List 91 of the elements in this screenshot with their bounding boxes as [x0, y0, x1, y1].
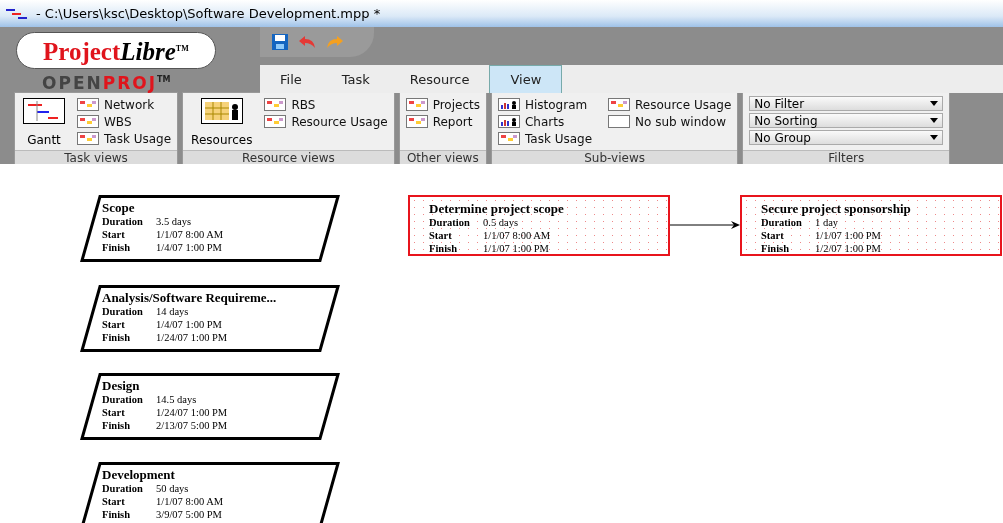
ribbon-tab[interactable]: Task: [321, 65, 390, 93]
view-button[interactable]: Report: [405, 113, 480, 130]
field-label: Finish: [102, 241, 131, 254]
field-label: Duration: [102, 305, 144, 318]
view-icon: [77, 132, 99, 145]
field-value: 1/1/07 8:00 AM: [483, 229, 551, 242]
field-value: 3.5 days: [156, 215, 191, 228]
resource-sheet-icon: [200, 98, 243, 124]
field-value: 1/2/07 1:00 PM: [815, 242, 881, 255]
view-button[interactable]: Network: [77, 96, 172, 113]
task-name: Analysis/Software Requireme...: [102, 290, 278, 305]
summary-task-node[interactable]: [80, 195, 340, 262]
view-icon: [264, 115, 287, 128]
field-value: 3/9/07 5:00 PM: [156, 508, 222, 521]
view-button[interactable]: WBS: [77, 113, 172, 130]
view-icon: [264, 98, 287, 111]
field-value: 1/1/07 1:00 PM: [483, 242, 549, 255]
field-label: Duration: [102, 482, 144, 495]
view-button[interactable]: Gantt: [21, 96, 67, 147]
view-icon: [608, 98, 631, 111]
task-name: Determine project scope: [429, 201, 565, 216]
field-value: 0.5 days: [483, 216, 518, 229]
view-button[interactable]: RBS: [264, 96, 388, 113]
critical-task-node[interactable]: Secure project sponsorship Duration 1 day Start 1/1/07 1:00 PM Finish 1/2/07 1:00 PM: [740, 195, 1002, 256]
dropdown[interactable]: No Filter: [749, 96, 944, 111]
chart-icon: [497, 115, 520, 128]
field-value: 1/24/07 1:00 PM: [156, 406, 228, 419]
field-label: Finish: [102, 331, 131, 344]
caret-icon: [930, 135, 939, 140]
dropdown[interactable]: No Sorting: [749, 113, 944, 128]
view-button[interactable]: Resource Usage: [264, 113, 388, 130]
gantt-chart-icon: [23, 98, 65, 124]
view-button[interactable]: No sub window: [608, 113, 732, 130]
ribbon-tab[interactable]: View: [489, 65, 563, 93]
ribbon-tab[interactable]: File: [260, 65, 322, 93]
field-label: Finish: [102, 419, 131, 432]
ribbon-tab[interactable]: Resource: [389, 65, 490, 93]
field-value: 50 days: [156, 482, 189, 495]
caret-icon: [930, 118, 939, 123]
dropdown[interactable]: No Group: [749, 130, 944, 145]
field-label: Duration: [102, 393, 144, 406]
view-icon: [405, 98, 428, 111]
view-button[interactable]: Projects: [405, 96, 480, 113]
window-title: - C:\Users\ksc\Desktop\Software Development.mpp *: [36, 6, 381, 21]
summary-task-node[interactable]: [80, 373, 340, 440]
app-logo: ProjectLibre$^{TM}$: [16, 32, 216, 70]
field-label: Start: [102, 228, 126, 241]
field-label: Start: [102, 318, 126, 331]
field-value: 1/4/07 1:00 PM: [156, 241, 222, 254]
logo-subtitle: OPENPROJ$^{TM}$: [42, 72, 171, 93]
task-name: Scope: [102, 200, 136, 215]
view-button[interactable]: Task Usage: [497, 130, 593, 147]
field-label: Start: [761, 229, 785, 242]
field-label: Finish: [102, 508, 131, 521]
field-value: 2/13/07 5:00 PM: [156, 419, 228, 432]
field-label: Start: [429, 229, 453, 242]
field-value: 1/1/07 8:00 AM: [156, 228, 224, 241]
view-button[interactable]: Charts: [497, 113, 593, 130]
field-label: Duration: [761, 216, 803, 229]
view-button[interactable]: Task Usage: [77, 130, 172, 147]
task-name: Development: [102, 467, 176, 482]
field-label: Start: [102, 406, 126, 419]
save-icon[interactable]: [272, 34, 288, 50]
field-value: 14.5 days: [156, 393, 197, 406]
view-icon: [405, 115, 428, 128]
field-label: Start: [102, 495, 126, 508]
view-button[interactable]: Resource Usage: [608, 96, 732, 113]
field-label: Finish: [761, 242, 790, 255]
app-icon: [6, 7, 28, 20]
task-name: Design: [102, 378, 141, 393]
view-button[interactable]: Histogram: [497, 96, 593, 113]
field-label: Duration: [102, 215, 144, 228]
field-value: 1 day: [815, 216, 839, 229]
blank-box-icon: [608, 115, 631, 128]
field-value: 1/24/07 1:00 PM: [156, 331, 228, 344]
view-icon: [77, 98, 99, 111]
view-icon: [497, 132, 520, 145]
field-value: 1/1/07 1:00 PM: [815, 229, 881, 242]
field-label: Finish: [429, 242, 458, 255]
task-name: Secure project sponsorship: [761, 201, 912, 216]
caret-icon: [930, 101, 939, 106]
view-icon: [77, 115, 99, 128]
field-value: 1/1/07 8:00 AM: [156, 495, 224, 508]
summary-task-node[interactable]: [80, 462, 340, 523]
field-value: 1/4/07 1:00 PM: [156, 318, 222, 331]
critical-task-node[interactable]: Determine project scope Duration 0.5 days Start 1/1/07 8:00 AM Finish 1/1/07 1:00 PM: [408, 195, 670, 256]
field-label: Duration: [429, 216, 471, 229]
field-value: 14 days: [156, 305, 189, 318]
view-button[interactable]: Resources: [189, 96, 255, 147]
summary-task-node[interactable]: [80, 285, 340, 352]
chart-icon: [497, 98, 520, 111]
